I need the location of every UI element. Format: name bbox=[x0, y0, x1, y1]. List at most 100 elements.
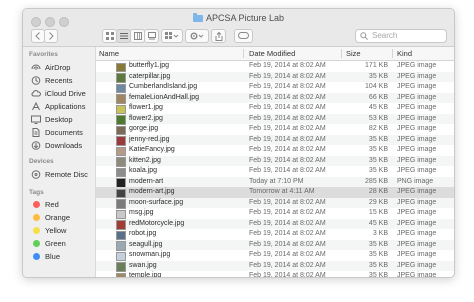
table-row[interactable]: modern-art.jpg Tomorrow at 4:11 AM 28 KB JP… bbox=[96, 187, 454, 198]
search-field[interactable]: Search bbox=[355, 29, 447, 43]
kind-cell: JPEG image bbox=[397, 83, 437, 90]
list-view-button[interactable] bbox=[116, 29, 131, 43]
date-modified-cell: Feb 19, 2014 at 8:02 AM bbox=[249, 272, 326, 277]
file-name-cell: CumberlandIsland.jpg bbox=[129, 83, 198, 90]
table-row[interactable]: msg.jpg Feb 19, 2014 at 8:02 AM 15 KB JPEG … bbox=[96, 208, 454, 219]
date-modified-cell: Feb 19, 2014 at 8:02 AM bbox=[249, 251, 326, 258]
sidebar-item-icloud-drive[interactable]: iCloud Drive bbox=[31, 88, 95, 99]
window-title-text: APCSA Picture Lab bbox=[205, 13, 285, 23]
finder-window: APCSA Picture Lab Search Favorites AirDr… bbox=[22, 8, 455, 278]
cloud-icon bbox=[31, 90, 41, 97]
kind-cell: JPEG image bbox=[397, 156, 437, 164]
size-cell: 45 KB bbox=[368, 104, 388, 111]
applications-icon bbox=[32, 102, 40, 111]
folder-icon bbox=[192, 13, 203, 23]
sidebar-item-airdrop[interactable]: AirDrop bbox=[31, 62, 95, 73]
sidebar-item-label: Downloads bbox=[45, 141, 83, 150]
size-cell: 66 KB bbox=[368, 93, 388, 101]
size-cell: 82 KB bbox=[368, 125, 388, 132]
table-row[interactable]: gorge.jpg Feb 19, 2014 at 8:02 AM 82 KB JPE… bbox=[96, 124, 454, 135]
file-name-cell: temple.jpg bbox=[129, 272, 162, 277]
sidebar-item-downloads[interactable]: Downloads bbox=[31, 140, 95, 151]
sidebar-item-remote-disc[interactable]: Remote Disc bbox=[31, 169, 95, 180]
file-name-cell: moon-surface.jpg bbox=[129, 198, 184, 206]
table-row[interactable]: robot.jpg Feb 19, 2014 at 8:02 AM 3 KB JPEG… bbox=[96, 229, 454, 240]
date-modified-cell: Feb 19, 2014 at 8:02 AM bbox=[249, 114, 326, 122]
sidebar-item-recents[interactable]: Recents bbox=[31, 75, 95, 86]
file-list: Name Date Modified Size Kind butterfly1.… bbox=[96, 47, 454, 277]
table-row[interactable]: butterfly1.jpg Feb 19, 2014 at 8:02 AM 171… bbox=[96, 61, 454, 72]
document-icon bbox=[32, 128, 40, 137]
sidebar-item-label: Documents bbox=[45, 128, 83, 137]
column-header-size[interactable]: Size bbox=[346, 49, 361, 58]
table-row[interactable]: moon-surface.jpg Feb 19, 2014 at 8:02 AM 2… bbox=[96, 197, 454, 209]
sidebar-item-label: Red bbox=[45, 200, 59, 209]
group-menu-button[interactable] bbox=[161, 29, 183, 43]
column-header-name[interactable]: Name bbox=[99, 49, 119, 58]
size-cell: 35 KB bbox=[368, 72, 388, 80]
action-menu-button[interactable] bbox=[185, 29, 209, 43]
date-modified-cell: Tomorrow at 4:11 AM bbox=[249, 188, 315, 195]
sidebar-tag-green[interactable]: Green bbox=[31, 238, 95, 249]
date-modified-cell: Feb 19, 2014 at 8:02 AM bbox=[249, 209, 326, 216]
tag-color-dot-icon bbox=[33, 253, 40, 260]
table-row[interactable]: KatieFancy.jpg Feb 19, 2014 at 8:02 AM 35 … bbox=[96, 145, 454, 156]
share-button[interactable] bbox=[211, 29, 226, 43]
sidebar-item-label: iCloud Drive bbox=[45, 89, 86, 98]
sidebar-item-label: Desktop bbox=[45, 115, 73, 124]
file-name-cell: robot.jpg bbox=[129, 230, 157, 237]
table-row[interactable]: flower1.jpg Feb 19, 2014 at 8:02 AM 45 KB J… bbox=[96, 103, 454, 114]
table-row[interactable]: jenny-red.jpg Feb 19, 2014 at 8:02 AM 35 K… bbox=[96, 134, 454, 146]
chevron-left-icon bbox=[35, 32, 40, 40]
file-name-cell: gorge.jpg bbox=[129, 125, 159, 132]
kind-cell: JPEG image bbox=[397, 146, 437, 153]
column-divider[interactable] bbox=[341, 49, 342, 58]
table-row[interactable]: redMotorcycle.jpg Feb 19, 2014 at 8:02 AM… bbox=[96, 218, 454, 230]
sidebar-tag-orange[interactable]: Orange bbox=[31, 212, 95, 223]
kind-cell: JPEG image bbox=[397, 272, 437, 277]
table-row[interactable]: caterpillar.jpg Feb 19, 2014 at 8:02 AM 35… bbox=[96, 71, 454, 83]
desktop-icon bbox=[31, 115, 41, 124]
kind-cell: JPEG image bbox=[397, 209, 437, 216]
size-cell: 29 KB bbox=[368, 198, 388, 206]
clock-icon bbox=[31, 76, 41, 85]
size-cell: 45 KB bbox=[368, 219, 388, 227]
kind-cell: JPEG image bbox=[397, 230, 437, 237]
file-name-cell: caterpillar.jpg bbox=[129, 72, 171, 80]
list-icon bbox=[119, 33, 128, 39]
table-row[interactable]: swan.jpg Feb 19, 2014 at 8:02 AM 35 KB JPEG… bbox=[96, 260, 454, 272]
sidebar-item-desktop[interactable]: Desktop bbox=[31, 114, 95, 125]
column-header-date[interactable]: Date Modified bbox=[249, 49, 295, 58]
disc-icon bbox=[31, 170, 41, 179]
sidebar-tag-blue[interactable]: Blue bbox=[31, 251, 95, 262]
table-row[interactable]: femaleLionAndHall.jpg Feb 19, 2014 at 8:0… bbox=[96, 92, 454, 104]
table-row[interactable]: snowman.jpg Feb 19, 2014 at 8:02 AM 35 KB J… bbox=[96, 250, 454, 261]
table-row[interactable]: kitten2.jpg Feb 19, 2014 at 8:02 AM 35 KB J… bbox=[96, 155, 454, 167]
image-thumbnail-icon bbox=[116, 272, 126, 277]
column-divider[interactable] bbox=[243, 49, 244, 58]
column-view-button[interactable] bbox=[130, 29, 145, 43]
sidebar-item-applications[interactable]: Applications bbox=[31, 101, 95, 112]
date-modified-cell: Feb 19, 2014 at 8:02 AM bbox=[249, 219, 326, 227]
column-header-kind[interactable]: Kind bbox=[397, 49, 412, 58]
table-row[interactable]: seagull.jpg Feb 19, 2014 at 8:02 AM 35 KB J… bbox=[96, 239, 454, 251]
sidebar-tag-yellow[interactable]: Yellow bbox=[31, 225, 95, 236]
icon-view-button[interactable] bbox=[102, 29, 117, 43]
column-divider[interactable] bbox=[392, 49, 393, 58]
gallery-view-button[interactable] bbox=[144, 29, 159, 43]
date-modified-cell: Today at 7:10 PM bbox=[249, 177, 304, 185]
table-row[interactable]: koala.jpg Feb 19, 2014 at 8:02 AM 35 KB JPE… bbox=[96, 166, 454, 177]
columns-icon bbox=[133, 32, 142, 40]
table-row[interactable]: temple.jpg Feb 19, 2014 at 8:02 AM 35 KB JP… bbox=[96, 271, 454, 277]
tag-icon bbox=[238, 32, 249, 39]
forward-button[interactable] bbox=[44, 29, 58, 43]
sidebar-tag-red[interactable]: Red bbox=[31, 199, 95, 210]
size-cell: 35 KB bbox=[368, 272, 388, 277]
group-grid-icon bbox=[165, 32, 179, 39]
sidebar-item-documents[interactable]: Documents bbox=[31, 127, 95, 138]
table-row[interactable]: flower2.jpg Feb 19, 2014 at 8:02 AM 53 KB J… bbox=[96, 113, 454, 125]
back-button[interactable] bbox=[31, 29, 45, 43]
table-row[interactable]: CumberlandIsland.jpg Feb 19, 2014 at 8:02… bbox=[96, 82, 454, 93]
edit-tags-button[interactable] bbox=[234, 29, 253, 43]
table-row[interactable]: modern-art Today at 7:10 PM 285 KB PNG imag… bbox=[96, 176, 454, 188]
